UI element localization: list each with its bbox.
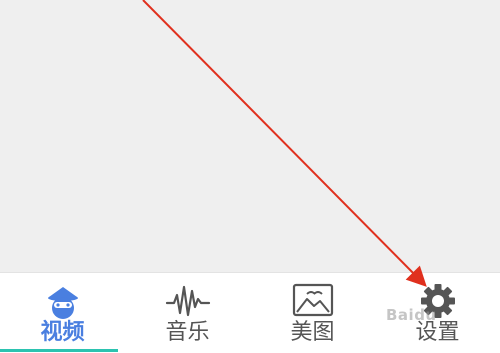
- content-area: [0, 0, 500, 272]
- tab-pictures-label: 美图: [290, 320, 335, 345]
- tab-video-label: 视频: [40, 320, 85, 345]
- tab-video[interactable]: 视频: [0, 273, 125, 353]
- picture-icon: [290, 281, 336, 321]
- active-tab-indicator: [0, 349, 118, 352]
- tab-music-label: 音乐: [165, 320, 210, 345]
- video-mascot-icon: [40, 281, 86, 321]
- tab-music[interactable]: 音乐: [125, 273, 250, 353]
- waveform-icon: [165, 281, 211, 321]
- watermark: Baidu: [386, 306, 437, 324]
- tab-pictures[interactable]: 美图: [250, 273, 375, 353]
